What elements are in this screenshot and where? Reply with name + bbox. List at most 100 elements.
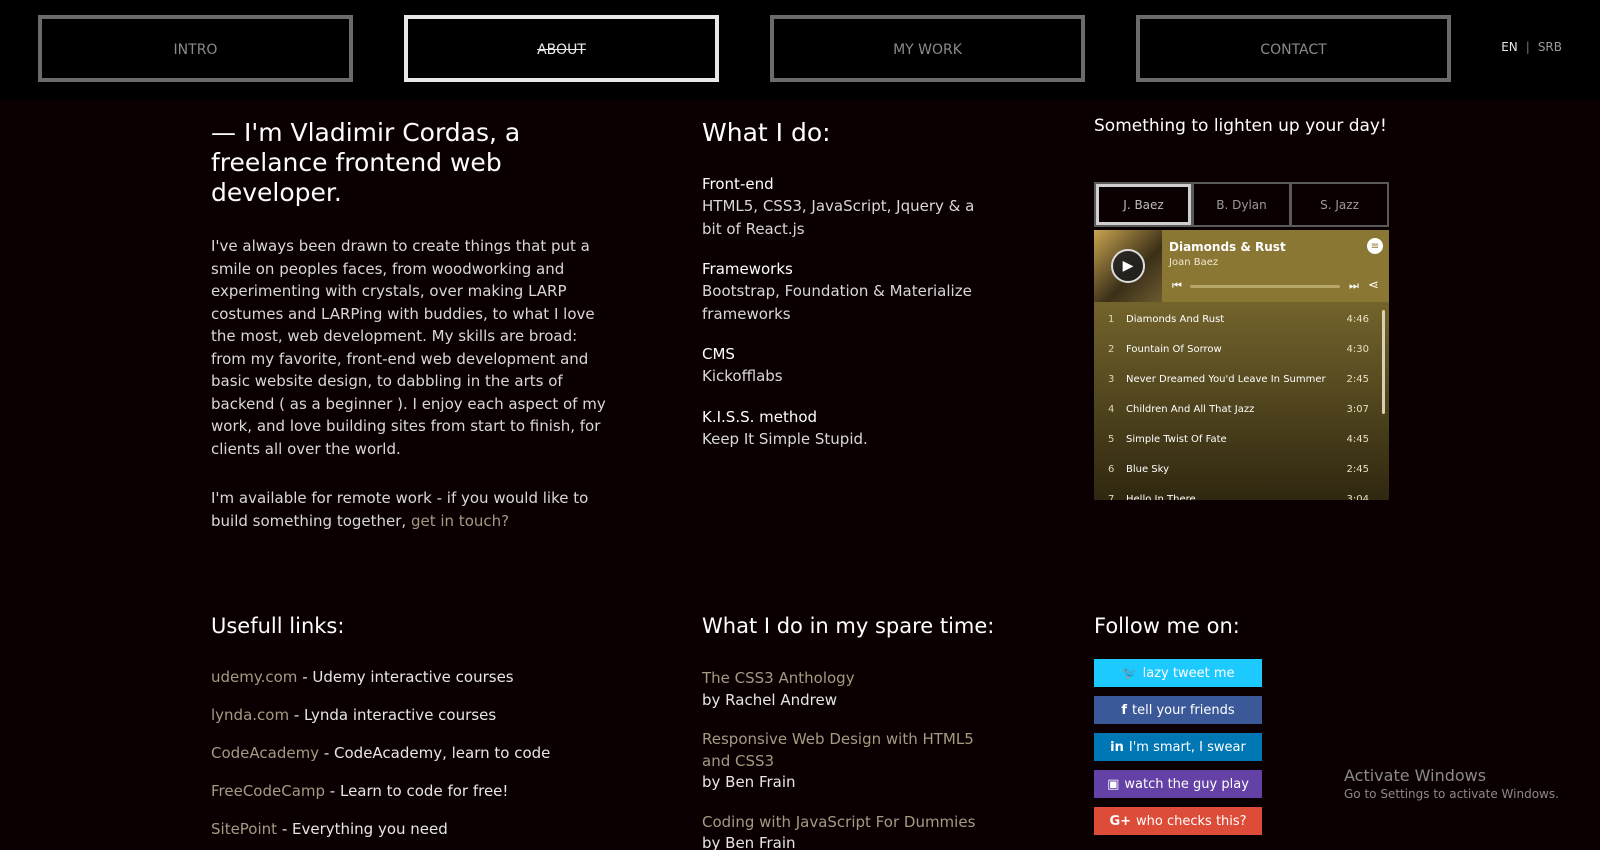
social-button[interactable]: 🐦 lazy tweet me — [1094, 659, 1262, 687]
social-button-label: I'm smart, I swear — [1128, 739, 1246, 755]
skill-description: HTML5, CSS3, JavaScript, Jquery & a bit … — [702, 197, 975, 238]
book-title-link[interactable]: Responsive Web Design with HTML5 and CSS… — [702, 729, 1002, 772]
nav-intro[interactable]: INTRO — [38, 15, 353, 82]
get-in-touch-link[interactable]: get in touch? — [411, 512, 509, 530]
lighten-heading: Something to lighten up your day! — [1094, 116, 1387, 136]
social-buttons: 🐦 lazy tweet me f tell your friends in I'm sm… — [1094, 659, 1294, 835]
track-row[interactable]: 7 Hello In There 3:04 — [1094, 484, 1389, 501]
spotify-player: ▶ Diamonds & Rust Joan Baez ≡ ⏮ ⏭ ⋖ 1 Dia… — [1094, 230, 1389, 500]
google-plus-icon: G+ — [1109, 813, 1132, 829]
progress-bar[interactable] — [1190, 285, 1340, 288]
social-button[interactable]: ▣ watch the guy play — [1094, 770, 1262, 798]
share-icon[interactable]: ⋖ — [1368, 278, 1379, 293]
book-author: by Ben Frain — [702, 834, 796, 850]
track-name: Children And All That Jazz — [1126, 403, 1255, 415]
skill-description: Keep It Simple Stupid. — [702, 429, 868, 448]
lang-en[interactable]: EN — [1501, 40, 1518, 54]
twitch-icon: ▣ — [1107, 776, 1120, 792]
player-artist: Joan Baez — [1169, 257, 1219, 268]
link-item: CodeAcademy - CodeAcademy, learn to code — [211, 744, 631, 762]
track-duration: 2:45 — [1346, 373, 1369, 385]
link-item: lynda.com - Lynda interactive courses — [211, 706, 631, 724]
track-duration: 4:46 — [1346, 313, 1369, 325]
book-item: The CSS3 Anthology by Rachel Andrew — [702, 668, 1002, 711]
skills-list: Front-end HTML5, CSS3, JavaScript, Jquery… — [702, 173, 992, 450]
intro-paragraph: I've always been drawn to create things … — [211, 237, 606, 458]
player-header: ▶ Diamonds & Rust Joan Baez ≡ ⏮ ⏭ ⋖ — [1094, 230, 1389, 302]
link-description: - Lynda interactive courses — [289, 706, 497, 724]
previous-icon[interactable]: ⏮ — [1172, 279, 1182, 293]
book-title-link[interactable]: The CSS3 Anthology — [702, 668, 1002, 690]
books-list: The CSS3 Anthology by Rachel Andrew Respon… — [702, 668, 1002, 850]
skill-title: Frameworks — [702, 260, 793, 278]
track-name: Simple Twist Of Fate — [1126, 433, 1227, 445]
spotify-icon[interactable]: ≡ — [1367, 238, 1383, 254]
twitter-icon: 🐦 — [1121, 665, 1138, 681]
language-switcher: EN | SRB — [1501, 40, 1562, 54]
track-number: 3 — [1108, 373, 1115, 385]
track-row[interactable]: 2 Fountain Of Sorrow 4:30 — [1094, 334, 1389, 364]
activate-subtitle: Go to Settings to activate Windows. — [1344, 787, 1559, 801]
book-item: Coding with JavaScript For Dummies by Ben… — [702, 812, 1002, 850]
book-author: by Ben Frain — [702, 773, 796, 791]
nav-my-work[interactable]: MY WORK — [770, 15, 1085, 82]
book-author: by Rachel Andrew — [702, 690, 837, 709]
availability-label: I'm available for remote work - if you w… — [211, 489, 589, 530]
tab-j-baez[interactable]: J. Baez — [1096, 184, 1191, 225]
track-row[interactable]: 4 Children And All That Jazz 3:07 — [1094, 394, 1389, 424]
link-anchor[interactable]: udemy.com — [211, 668, 297, 686]
link-anchor[interactable]: lynda.com — [211, 706, 289, 724]
link-anchor[interactable]: CodeAcademy — [211, 744, 319, 762]
link-item: SitePoint - Everything you need — [211, 820, 631, 838]
link-anchor[interactable]: FreeCodeCamp — [211, 782, 325, 800]
windows-activation-watermark: Activate Windows Go to Settings to activ… — [1344, 766, 1559, 801]
skill-title: CMS — [702, 345, 735, 363]
tab-s-jazz[interactable]: S. Jazz — [1292, 184, 1387, 225]
social-button[interactable]: f tell your friends — [1094, 696, 1262, 724]
next-icon[interactable]: ⏭ — [1349, 279, 1359, 293]
useful-links-section: Usefull links: udemy.com - Udemy interac… — [211, 614, 631, 850]
nav-about[interactable]: ABOUT — [404, 15, 719, 82]
social-button-label: who checks this? — [1136, 813, 1247, 829]
link-description: - CodeAcademy, learn to code — [319, 744, 551, 762]
lang-srb[interactable]: SRB — [1538, 40, 1562, 54]
link-description: - Learn to code for free! — [325, 782, 509, 800]
track-number: 2 — [1108, 343, 1115, 355]
skill-item: CMS Kickofflabs — [702, 343, 992, 388]
track-duration: 2:45 — [1346, 463, 1369, 475]
top-nav: INTRO ABOUT MY WORK CONTACT EN | SRB — [0, 0, 1600, 100]
link-anchor[interactable]: SitePoint — [211, 820, 277, 838]
play-icon[interactable]: ▶ — [1111, 249, 1145, 283]
social-button[interactable]: G+ who checks this? — [1094, 807, 1262, 835]
facebook-icon: f — [1121, 702, 1128, 718]
social-button[interactable]: in I'm smart, I swear — [1094, 733, 1262, 761]
track-name: Blue Sky — [1126, 463, 1170, 475]
track-number: 6 — [1108, 463, 1115, 475]
artist-tabs: J. Baez B. Dylan S. Jazz — [1094, 182, 1389, 227]
nav-contact[interactable]: CONTACT — [1136, 15, 1451, 82]
track-row[interactable]: 3 Never Dreamed You'd Leave In Summer 2:45 — [1094, 364, 1389, 394]
track-duration: 4:30 — [1346, 343, 1369, 355]
link-item: udemy.com - Udemy interactive courses — [211, 668, 631, 686]
tab-b-dylan[interactable]: B. Dylan — [1194, 184, 1289, 225]
track-name: Diamonds And Rust — [1126, 313, 1225, 325]
link-item: FreeCodeCamp - Learn to code for free! — [211, 782, 631, 800]
track-number: 1 — [1108, 313, 1115, 325]
book-title-link[interactable]: Coding with JavaScript For Dummies — [702, 812, 1002, 834]
track-name: Hello In There — [1126, 493, 1196, 501]
spare-time-section: What I do in my spare time: The CSS3 Ant… — [702, 614, 1002, 850]
skill-description: Bootstrap, Foundation & Materialize fram… — [702, 282, 972, 323]
link-description: - Udemy interactive courses — [297, 668, 514, 686]
skill-title: Front-end — [702, 175, 774, 193]
skill-item: K.I.S.S. method Keep It Simple Stupid. — [702, 406, 992, 451]
track-scrollbar[interactable] — [1382, 310, 1385, 414]
skill-item: Frameworks Bootstrap, Foundation & Materi… — [702, 258, 992, 325]
track-row[interactable]: 1 Diamonds And Rust 4:46 — [1094, 304, 1389, 334]
track-row[interactable]: 6 Blue Sky 2:45 — [1094, 454, 1389, 484]
track-name: Never Dreamed You'd Leave In Summer — [1126, 373, 1326, 385]
player-title: Diamonds & Rust — [1169, 240, 1286, 254]
social-button-label: tell your friends — [1132, 702, 1235, 718]
skill-title: K.I.S.S. method — [702, 407, 818, 426]
what-i-do-section: What I do: Front-end HTML5, CSS3, JavaScr… — [702, 118, 992, 450]
track-row[interactable]: 5 Simple Twist Of Fate 4:45 — [1094, 424, 1389, 454]
